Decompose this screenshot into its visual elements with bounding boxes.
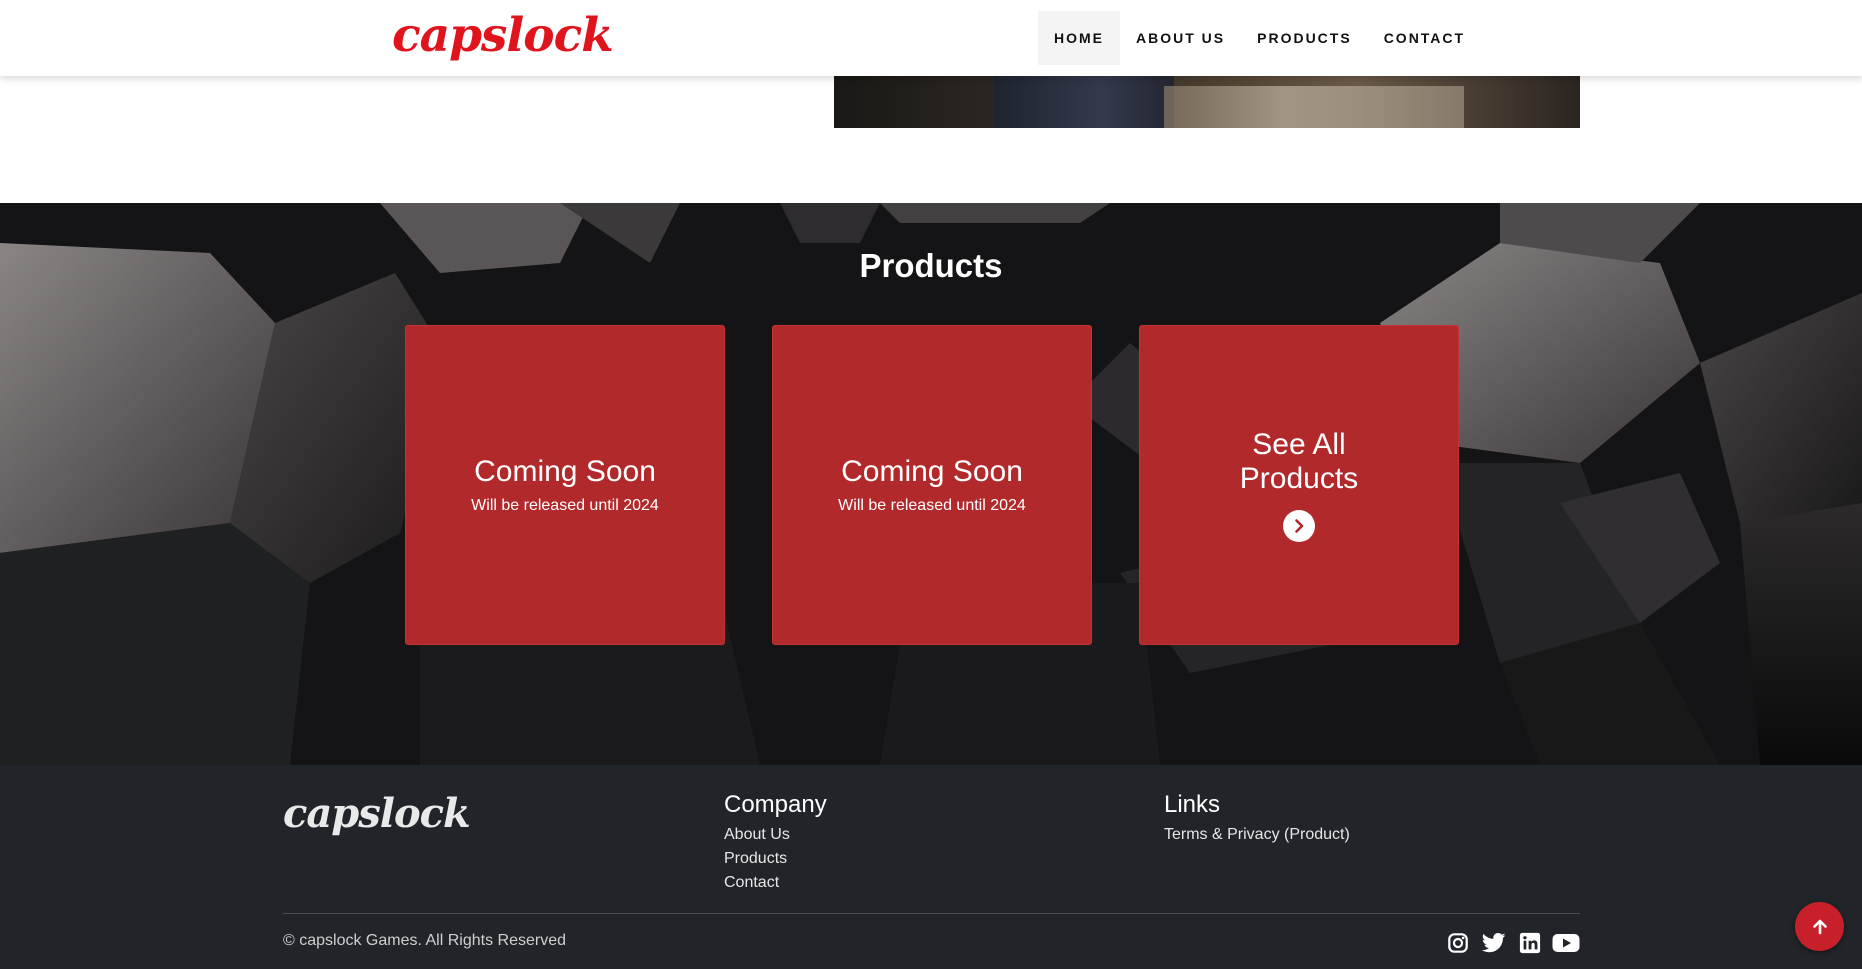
footer-link-contact[interactable]: Contact [724,871,827,895]
product-card[interactable]: Coming Soon Will be released until 2024 [405,325,725,645]
main-nav: HOME ABOUT US PRODUCTS CONTACT [1038,11,1481,65]
social-links [1444,929,1580,957]
product-card-subtitle: Will be released until 2024 [471,497,659,514]
nav-about-us[interactable]: ABOUT US [1120,11,1241,65]
copyright-text: © capslock Games. All Rights Reserved [283,932,567,949]
product-card-title: Coming Soon [841,455,1023,488]
footer-company-heading: Company [724,791,827,818]
brand-logo[interactable]: capslock [392,6,614,66]
nav-home[interactable]: HOME [1038,11,1120,65]
see-all-products-card[interactable]: See All Products [1139,325,1459,645]
linkedin-icon[interactable] [1516,929,1544,957]
youtube-icon[interactable] [1552,929,1580,957]
back-to-top-button[interactable] [1795,902,1844,951]
footer-links-column: Links Terms & Privacy (Product) [1164,791,1350,847]
photo-detail-sleeve [994,76,1174,128]
twitter-icon[interactable] [1480,929,1508,957]
arrow-up-icon [1812,919,1827,934]
chevron-right-icon[interactable] [1283,510,1315,542]
footer-link-products[interactable]: Products [724,847,827,871]
product-card[interactable]: Coming Soon Will be released until 2024 [772,325,1092,645]
footer-company-column: Company About Us Products Contact [724,791,827,895]
products-section: Products Coming Soon Will be released un… [0,203,1862,765]
product-card-title: Coming Soon [474,455,656,488]
footer-brand-logo[interactable]: capslock [283,789,471,839]
photo-detail-paper [1164,86,1464,128]
products-heading: Products [859,247,1003,284]
nav-contact[interactable]: CONTACT [1368,11,1481,65]
footer-link-about-us[interactable]: About Us [724,823,827,847]
product-card-subtitle: Will be released until 2024 [838,497,1026,514]
nav-products[interactable]: PRODUCTS [1241,11,1368,65]
site-footer: capslock Company About Us Products Conta… [0,765,1862,969]
footer-link-terms-privacy[interactable]: Terms & Privacy (Product) [1164,823,1350,847]
footer-links-heading: Links [1164,791,1221,818]
site-header: capslock HOME ABOUT US PRODUCTS CONTACT [0,0,1862,76]
about-image [834,76,1580,128]
see-all-products-label: See All Products [1239,428,1359,495]
footer-divider [283,913,1580,914]
instagram-icon[interactable] [1444,929,1472,957]
